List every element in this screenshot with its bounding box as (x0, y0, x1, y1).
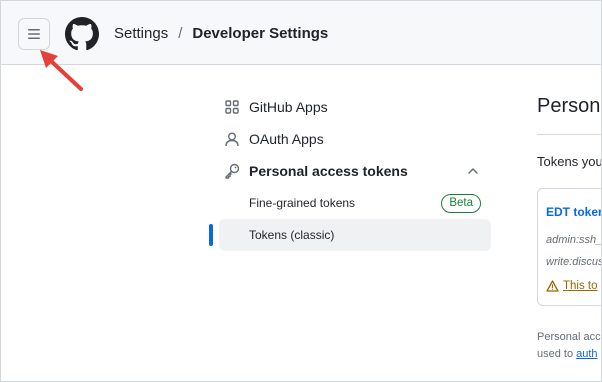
chevron-up-icon[interactable] (465, 163, 481, 179)
person-icon (224, 131, 240, 147)
page-title: Persona (537, 95, 601, 117)
footer-line: Personal acc (537, 331, 601, 343)
token-name-link[interactable]: EDT token (546, 205, 601, 219)
red-pointer-arrow-icon (40, 50, 83, 91)
developer-settings-sidebar: GitHub Apps OAuth Apps Personal access t… (209, 91, 491, 251)
footer-line: used to auth (537, 346, 601, 363)
app-header: Settings / Developer Settings (1, 1, 601, 65)
sidebar-item-github-apps[interactable]: GitHub Apps (209, 91, 491, 123)
footer-auth-link[interactable]: auth (576, 348, 597, 360)
apps-grid-icon (224, 99, 240, 115)
breadcrumb-separator: / (178, 25, 183, 42)
sidebar-item-oauth-apps[interactable]: OAuth Apps (209, 123, 491, 155)
active-indicator (209, 224, 213, 246)
alert-triangle-icon (546, 280, 559, 292)
sidebar-item-fine-grained-tokens[interactable]: Fine-grained tokens Beta (209, 187, 491, 219)
footer-text-prefix: used to (537, 348, 577, 360)
sidebar-group-label: Personal access tokens (249, 163, 408, 179)
page-frame: Settings / Developer Settings GitHub App… (0, 0, 602, 382)
beta-badge: Beta (441, 194, 481, 213)
sidebar-item-tokens-classic[interactable]: Tokens (classic) (209, 219, 491, 251)
breadcrumb: Settings / Developer Settings (114, 25, 328, 42)
token-list-box: EDT token admin:ssh_ write:discus This t… (537, 188, 602, 306)
footer-description: Personal acc used to auth (537, 329, 601, 363)
sidebar-group-personal-access-tokens[interactable]: Personal access tokens (209, 155, 491, 187)
token-scope: admin:ssh_ (546, 234, 602, 246)
token-warning-text: This to (563, 280, 598, 292)
token-warning[interactable]: This to (546, 280, 598, 292)
key-icon (224, 163, 240, 179)
title-divider (537, 134, 601, 135)
breadcrumb-current: Developer Settings (192, 25, 329, 42)
main-content: Persona Tokens you EDT token admin:ssh_ … (537, 1, 602, 381)
sidebar-item-label: Fine-grained tokens (249, 196, 356, 210)
sidebar-item-label: GitHub Apps (249, 99, 328, 115)
intro-text: Tokens you (537, 154, 602, 169)
breadcrumb-settings-link[interactable]: Settings (114, 25, 168, 42)
token-scope: write:discus (546, 256, 602, 268)
sidebar-item-label: Tokens (classic) (249, 228, 335, 242)
sidebar-item-label: OAuth Apps (249, 131, 324, 147)
hamburger-icon (28, 29, 40, 39)
